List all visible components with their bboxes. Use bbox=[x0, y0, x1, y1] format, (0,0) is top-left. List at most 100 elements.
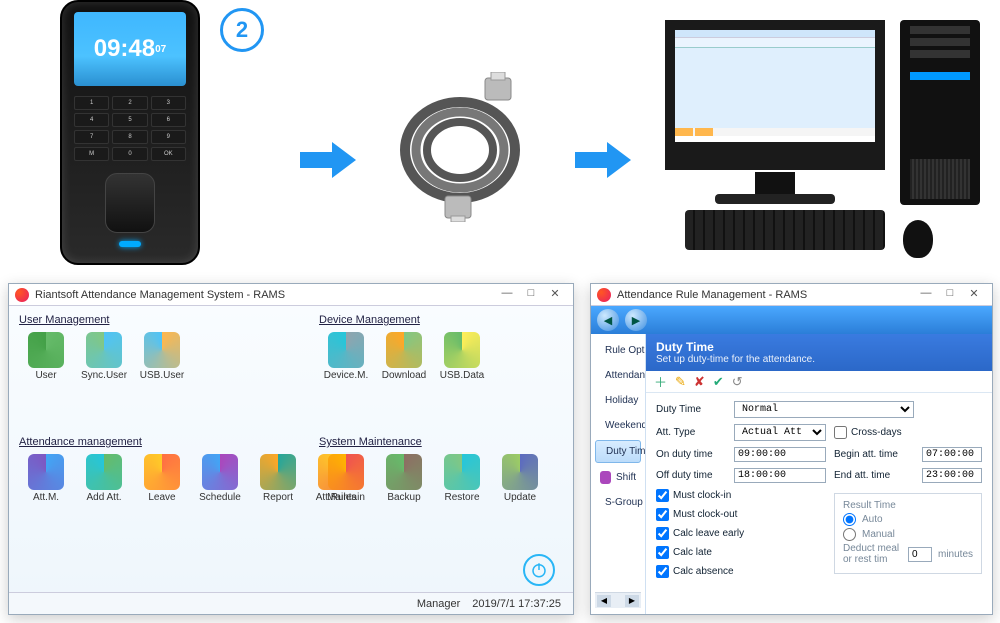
device-keypad: 123 456 789 M0OK bbox=[74, 96, 186, 161]
launcher-maintain[interactable]: Maintain bbox=[319, 454, 373, 503]
sidebar-item-s-group[interactable]: S-Group bbox=[595, 492, 641, 513]
rams-rule-window: Attendance Rule Management - RAMS — □ ✕ … bbox=[590, 283, 993, 615]
arrow-icon bbox=[575, 140, 631, 180]
check-must-clock-in[interactable]: Must clock-in bbox=[656, 489, 826, 502]
launcher-leave[interactable]: Leave bbox=[135, 454, 189, 503]
sidebar-item-attendance-item[interactable]: Attendance Item bbox=[595, 365, 641, 386]
sidebar-item-rule-options[interactable]: Rule Options bbox=[595, 340, 641, 361]
launcher-user[interactable]: User bbox=[19, 332, 73, 381]
launcher-att-m[interactable]: Att.M. bbox=[19, 454, 73, 503]
select-att-type[interactable]: Actual Att bbox=[734, 424, 826, 441]
duty-time-form: Duty Time Normal Att. Type Actual Att Cr… bbox=[646, 393, 992, 586]
sidebar-item-duty-time[interactable]: Duty Time bbox=[595, 440, 641, 463]
leave-icon bbox=[144, 454, 180, 490]
panel-device-management: Device Management Device.M. Download USB… bbox=[319, 314, 489, 381]
status-datetime: 2019/7/1 17:37:25 bbox=[472, 598, 561, 610]
input-on-duty[interactable] bbox=[734, 447, 826, 462]
check-must-clock-out[interactable]: Must clock-out bbox=[656, 508, 826, 521]
check-cross-days[interactable]: Cross-days bbox=[834, 426, 982, 439]
label-att-type: Att. Type bbox=[656, 427, 726, 438]
sync-icon bbox=[86, 332, 122, 368]
panel-attendance-management: Attendance management Att.M. Add Att. Le… bbox=[19, 436, 363, 503]
launcher-usb-data[interactable]: USB.Data bbox=[435, 332, 489, 381]
deduct-row: Deduct meal or rest tim minutes bbox=[843, 543, 973, 565]
report-icon bbox=[260, 454, 296, 490]
label-duty-time: Duty Time bbox=[656, 404, 726, 415]
panel-system-maintenance: System Maintenance Maintain Backup Resto… bbox=[319, 436, 547, 503]
confirm-button[interactable]: ✔ bbox=[713, 374, 724, 390]
maximize-button[interactable]: □ bbox=[938, 287, 962, 303]
minimize-button[interactable]: — bbox=[495, 287, 519, 303]
usb-icon bbox=[144, 332, 180, 368]
title-bar[interactable]: Attendance Rule Management - RAMS — □ ✕ bbox=[591, 284, 992, 306]
maintain-icon bbox=[328, 454, 364, 490]
clock-add-icon bbox=[86, 454, 122, 490]
label-off-duty: Off duty time bbox=[656, 470, 726, 481]
nav-forward-button[interactable]: ▶ bbox=[625, 309, 647, 331]
launcher-add-att[interactable]: Add Att. bbox=[77, 454, 131, 503]
input-end-att[interactable] bbox=[922, 468, 982, 483]
launcher-device-m[interactable]: Device.M. bbox=[319, 332, 373, 381]
sidebar-item-shift[interactable]: Shift bbox=[595, 467, 641, 488]
monitor bbox=[665, 20, 885, 170]
launcher-backup[interactable]: Backup bbox=[377, 454, 431, 503]
section-header: Duty Time Set up duty-time for the atten… bbox=[646, 334, 992, 371]
launcher-restore[interactable]: Restore bbox=[435, 454, 489, 503]
connection-diagram: 2 09:4807 123 456 789 M0OK bbox=[0, 0, 1000, 280]
attendance-icon bbox=[28, 454, 64, 490]
minimize-button[interactable]: — bbox=[914, 287, 938, 303]
side-scrollbar[interactable]: ◀ ▶ bbox=[595, 592, 641, 608]
ethernet-cable bbox=[385, 72, 535, 222]
window-title: Attendance Rule Management - RAMS bbox=[617, 289, 914, 301]
scroll-right-button[interactable]: ▶ bbox=[625, 595, 639, 607]
fingerprint-terminal: 09:4807 123 456 789 M0OK bbox=[60, 0, 200, 265]
step-badge: 2 bbox=[220, 8, 264, 52]
desktop-computer bbox=[655, 20, 985, 275]
input-deduct[interactable] bbox=[908, 547, 932, 562]
check-calc-late[interactable]: Calc late bbox=[656, 546, 826, 559]
title-bar[interactable]: Riantsoft Attendance Management System -… bbox=[9, 284, 573, 306]
delete-button[interactable]: ✘ bbox=[694, 374, 705, 390]
input-off-duty[interactable] bbox=[734, 468, 826, 483]
fingerprint-scanner bbox=[105, 173, 155, 233]
power-icon bbox=[530, 561, 548, 579]
input-begin-att[interactable] bbox=[922, 447, 982, 462]
scroll-left-button[interactable]: ◀ bbox=[597, 595, 611, 607]
launcher-schedule[interactable]: Schedule bbox=[193, 454, 247, 503]
keyboard bbox=[685, 210, 885, 250]
edit-button[interactable]: ✎ bbox=[675, 374, 686, 390]
power-button[interactable] bbox=[523, 554, 555, 586]
panel-header: Device Management bbox=[319, 314, 489, 326]
select-duty-time[interactable]: Normal bbox=[734, 401, 914, 418]
download-icon bbox=[386, 332, 422, 368]
launcher-usb-user[interactable]: USB.User bbox=[135, 332, 189, 381]
maximize-button[interactable]: □ bbox=[519, 287, 543, 303]
close-button[interactable]: ✕ bbox=[962, 287, 986, 303]
nav-back-button[interactable]: ◀ bbox=[597, 309, 619, 331]
label-begin-att: Begin att. time bbox=[834, 449, 914, 460]
radio-manual[interactable]: Manual bbox=[843, 528, 973, 541]
status-bar: Manager 2019/7/1 17:37:25 bbox=[9, 592, 573, 614]
check-calc-absence[interactable]: Calc absence bbox=[656, 565, 826, 578]
usb-data-icon bbox=[444, 332, 480, 368]
sidebar-item-holiday[interactable]: Holiday bbox=[595, 390, 641, 411]
backup-icon bbox=[386, 454, 422, 490]
app-icon bbox=[597, 288, 611, 302]
check-calc-leave-early[interactable]: Calc leave early bbox=[656, 527, 826, 540]
rfid-indicator bbox=[119, 241, 141, 247]
update-icon bbox=[502, 454, 538, 490]
add-button[interactable]: ＋ bbox=[654, 372, 667, 391]
window-title: Riantsoft Attendance Management System -… bbox=[35, 289, 495, 301]
launcher-report[interactable]: Report bbox=[251, 454, 305, 503]
close-button[interactable]: ✕ bbox=[543, 287, 567, 303]
app-icon bbox=[15, 288, 29, 302]
radio-auto[interactable]: Auto bbox=[843, 513, 973, 526]
cancel-button[interactable]: ↺ bbox=[732, 374, 743, 390]
label-end-att: End att. time bbox=[834, 470, 914, 481]
launcher-update[interactable]: Update bbox=[493, 454, 547, 503]
calendar-icon bbox=[202, 454, 238, 490]
restore-icon bbox=[444, 454, 480, 490]
launcher-download[interactable]: Download bbox=[377, 332, 431, 381]
launcher-sync-user[interactable]: Sync.User bbox=[77, 332, 131, 381]
sidebar-item-weekend[interactable]: Weekend bbox=[595, 415, 641, 436]
